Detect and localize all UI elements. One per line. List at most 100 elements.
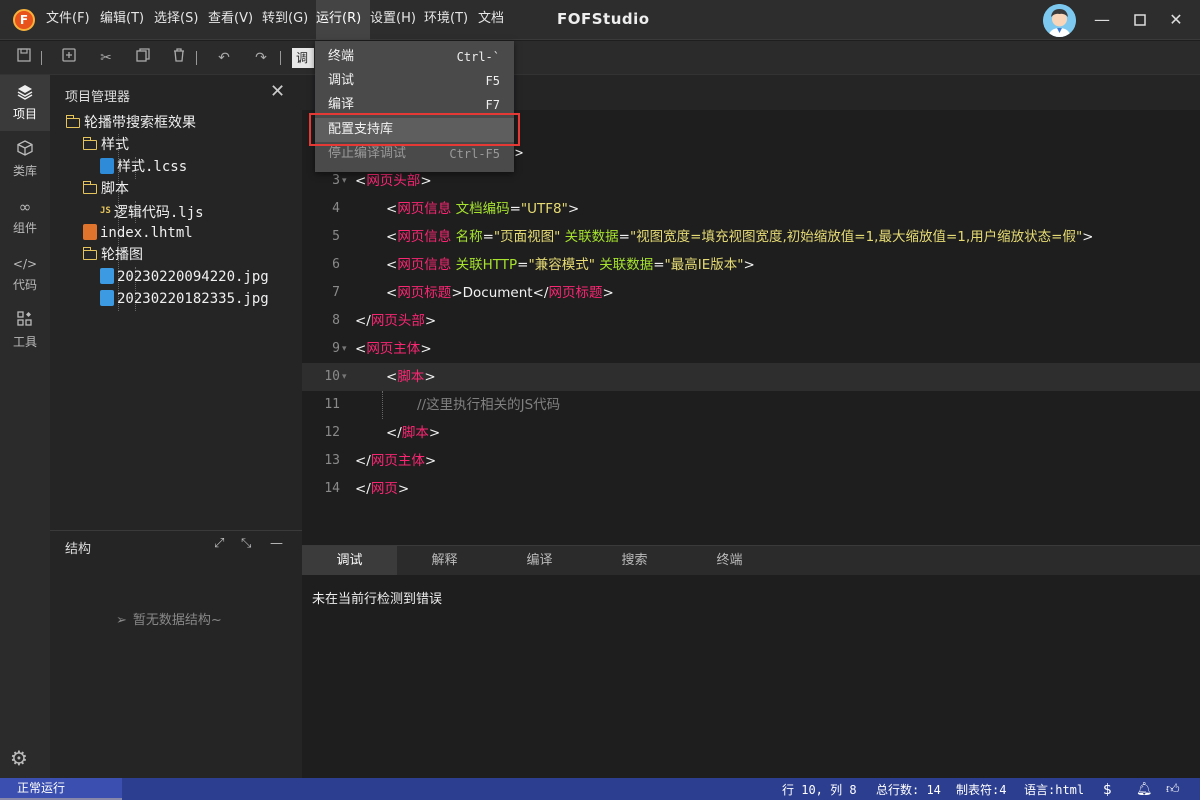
code-text: <网页主体> bbox=[355, 341, 432, 357]
menu-1[interactable]: 编辑(T) bbox=[100, 0, 154, 40]
minimize-panel-icon[interactable]: — bbox=[270, 536, 283, 551]
activity-label: 代码 bbox=[12, 278, 37, 292]
line-number: 7 bbox=[332, 285, 340, 300]
menu-6[interactable]: 设置(H) bbox=[370, 0, 424, 40]
line-number: 6 bbox=[332, 257, 340, 272]
tree-item-root-folder[interactable]: 轮播带搜索框效果 bbox=[65, 112, 196, 134]
line-number: 11 bbox=[324, 397, 340, 412]
code-line: 13 </网页主体> bbox=[302, 447, 1200, 475]
title-bar: F 文件(F) 编辑(T) 选择(S) 查看(V) 转到(G) 运行(R) 设置(H) 环境(… bbox=[0, 0, 1200, 40]
code-line: 7 <网页标题>Document</网页标题> bbox=[302, 279, 1200, 307]
output-panel-tabs: 调试 解释 编译 搜索 终端 bbox=[302, 545, 1200, 576]
menu-0[interactable]: 文件(F) bbox=[46, 0, 100, 40]
line-number: 12 bbox=[324, 425, 340, 440]
maximize-icon[interactable] bbox=[1128, 8, 1152, 32]
run-mode-select[interactable]: 调 bbox=[292, 48, 314, 68]
code-icon: </> bbox=[12, 257, 38, 271]
save-icon[interactable] bbox=[14, 48, 34, 68]
tree-item-folder[interactable]: 脚本 bbox=[82, 178, 129, 200]
menu-bar: 文件(F) 编辑(T) 选择(S) 查看(V) 转到(G) 运行(R) 设置(H) 环境(T)… bbox=[46, 0, 508, 40]
menu-4[interactable]: 转到(G) bbox=[262, 0, 316, 40]
code-text: </网页头部> bbox=[355, 313, 437, 329]
html-file-icon bbox=[83, 224, 97, 240]
toolbar: ✂ ↶ ↷ 调 bbox=[0, 41, 1200, 75]
menu-item-shortcut: F5 bbox=[485, 74, 500, 88]
tree-item-folder[interactable]: 轮播图 bbox=[82, 244, 143, 266]
code-line: 4 <网页信息 文档编码="UTF8"> bbox=[302, 195, 1200, 223]
folder-icon bbox=[82, 137, 97, 150]
undo-icon[interactable]: ↶ bbox=[214, 48, 234, 68]
highlight-annotation bbox=[309, 113, 520, 146]
fold-chevron-icon[interactable]: ▾ bbox=[342, 335, 347, 363]
tab-search[interactable]: 搜索 bbox=[587, 546, 682, 576]
fold-chevron-icon[interactable]: ▾ bbox=[342, 363, 347, 391]
activity-project[interactable]: 项目 bbox=[0, 75, 50, 131]
menu-item-label: 终端 bbox=[328, 49, 355, 64]
tree-item-label: index.lhtml bbox=[100, 225, 193, 241]
user-avatar[interactable] bbox=[1043, 4, 1076, 37]
run-menu-item[interactable]: 终端 Ctrl-` bbox=[315, 45, 514, 69]
close-window-icon[interactable]: ✕ bbox=[1164, 8, 1188, 32]
tab-compile[interactable]: 编译 bbox=[492, 546, 587, 576]
code-editor[interactable]: > 3 ▾ <网页头部> 4 <网页信息 文档编码="UTF8"> 5 <网页信息 名称="… bbox=[302, 110, 1200, 545]
code-line: 8 </网页头部> bbox=[302, 307, 1200, 335]
image-file-icon bbox=[100, 268, 114, 284]
activity-label: 工具 bbox=[12, 335, 37, 349]
activity-components[interactable]: ∞ 组件 bbox=[0, 189, 50, 245]
settings-gear-icon[interactable]: ⚙ bbox=[10, 746, 28, 770]
tree-item-label: 脚本 bbox=[101, 181, 129, 197]
structure-title: 结构 bbox=[65, 542, 92, 557]
tree-item-file[interactable]: index.lhtml bbox=[83, 222, 193, 244]
send-icon: ➢ bbox=[116, 613, 127, 628]
redo-icon[interactable]: ↷ bbox=[251, 48, 271, 68]
tab-debug[interactable]: 调试 bbox=[302, 546, 397, 576]
code-line: 5 <网页信息 名称="页面视图" 关联数据="视图宽度=填充视图宽度,初始缩放值… bbox=[302, 223, 1200, 251]
tree-item-folder[interactable]: 样式 bbox=[82, 134, 129, 156]
line-number: 9 bbox=[332, 341, 340, 356]
tab-interpret[interactable]: 解释 bbox=[397, 546, 492, 576]
menu-item-shortcut: Ctrl-` bbox=[456, 50, 500, 64]
code-line: 10 ▾ <脚本> bbox=[302, 363, 1200, 391]
close-icon[interactable]: ✕ bbox=[270, 81, 285, 102]
code-text: <脚本> bbox=[386, 369, 436, 385]
project-explorer: 项目管理器 ✕ 轮播带搜索框效果 样式 样式.lcss 脚本 JS 逻辑代码.lj… bbox=[50, 75, 302, 530]
menu-7[interactable]: 环境(T) bbox=[424, 0, 478, 40]
activity-tools[interactable]: 工具 bbox=[0, 303, 50, 359]
run-mode-status[interactable]: 正常运行 bbox=[0, 778, 122, 800]
line-number: 8 bbox=[332, 313, 340, 328]
menu-3[interactable]: 查看(V) bbox=[208, 0, 262, 40]
code-text: <网页信息 名称="页面视图" 关联数据="视图宽度=填充视图宽度,初始缩放值=… bbox=[386, 229, 1094, 245]
activity-library[interactable]: 类库 bbox=[0, 132, 50, 188]
dollar-icon[interactable]: $ bbox=[1103, 778, 1112, 800]
cut-icon[interactable]: ✂ bbox=[96, 48, 116, 68]
indent-guide bbox=[382, 391, 383, 419]
tree-item-file[interactable]: JS 逻辑代码.ljs bbox=[100, 200, 204, 222]
tree-item-label: 样式 bbox=[101, 137, 129, 153]
tree-item-label: 样式.lcss bbox=[117, 159, 188, 175]
tree-item-file[interactable]: 20230220182335.jpg bbox=[100, 288, 269, 310]
menu-5[interactable]: 运行(R) bbox=[316, 0, 370, 40]
collapse-icon[interactable]: ⤡ bbox=[241, 536, 251, 551]
menu-item-label: 调试 bbox=[328, 73, 355, 88]
tree-item-file[interactable]: 样式.lcss bbox=[100, 156, 187, 178]
new-file-icon[interactable] bbox=[59, 48, 79, 68]
activity-code[interactable]: </> 代码 bbox=[0, 246, 50, 302]
language-mode[interactable]: 语言:html bbox=[1024, 778, 1084, 800]
run-menu-item[interactable]: 调试 F5 bbox=[315, 69, 514, 93]
tree-item-label: 逻辑代码.ljs bbox=[113, 205, 204, 221]
minimize-icon[interactable]: — bbox=[1090, 8, 1114, 32]
menu-8[interactable]: 文档 bbox=[478, 0, 508, 40]
code-line: 9 ▾ <网页主体> bbox=[302, 335, 1200, 363]
tree-item-file[interactable]: 20230220094220.jpg bbox=[100, 266, 269, 288]
tab-terminal[interactable]: 终端 bbox=[682, 546, 777, 576]
delete-icon[interactable] bbox=[169, 48, 189, 68]
copy-icon[interactable] bbox=[133, 48, 153, 68]
thumbs-up-icon[interactable]: 👍︎ bbox=[1166, 778, 1180, 800]
cube-icon bbox=[0, 140, 50, 160]
tab-size[interactable]: 制表符:4 bbox=[956, 778, 1006, 800]
menu-2[interactable]: 选择(S) bbox=[154, 0, 208, 40]
cursor-position[interactable]: 行 10, 列 8 bbox=[782, 778, 857, 800]
js-file-icon: JS bbox=[100, 206, 111, 216]
bell-icon[interactable]: 🔔︎ bbox=[1136, 778, 1153, 800]
expand-icon[interactable]: ⤢ bbox=[214, 536, 224, 551]
